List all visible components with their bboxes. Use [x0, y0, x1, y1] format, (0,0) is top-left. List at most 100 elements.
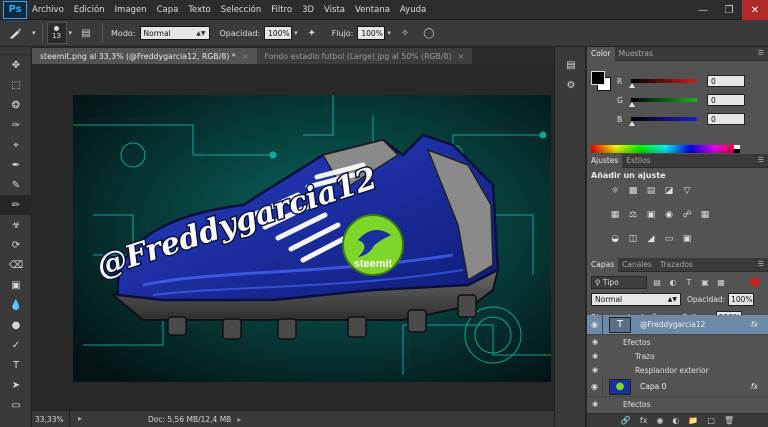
share-icon[interactable]: ▸ [78, 414, 88, 424]
restore-icon[interactable]: ❐ [716, 0, 742, 20]
brush-tool-icon[interactable]: ✏ [0, 195, 32, 215]
blend-mode-select[interactable]: Normal ▲▼ [591, 292, 681, 306]
minimize-icon[interactable]: — [690, 0, 716, 20]
black-white-icon[interactable]: ▣ [645, 209, 657, 221]
eraser-tool-icon[interactable]: ⌫ [0, 255, 32, 275]
mode-select[interactable]: Normal ▲▼ [139, 26, 210, 40]
new-group-icon[interactable]: 📁 [688, 416, 698, 425]
panel-menu-icon[interactable]: ☰ [758, 49, 764, 57]
hue-saturation-icon[interactable]: ▦ [609, 209, 621, 221]
brush-panel-icon[interactable]: ▤ [78, 25, 94, 41]
fx-icon[interactable]: fx [751, 382, 758, 391]
color-balance-icon[interactable]: ⚖ [627, 209, 639, 221]
blur-tool-icon[interactable]: 💧 [0, 295, 32, 315]
color-spectrum[interactable] [591, 145, 740, 153]
new-adjustment-icon[interactable]: ◐ [672, 416, 679, 425]
channel-mixer-icon[interactable]: ☍ [681, 209, 693, 221]
history-brush-tool-icon[interactable]: ⟳ [0, 235, 32, 255]
slider-thumb-icon[interactable] [629, 121, 635, 126]
invert-icon[interactable]: ◒ [609, 233, 621, 245]
slider-thumb-icon[interactable] [629, 102, 635, 107]
channel-r-slider[interactable] [629, 79, 697, 88]
filter-type-icon[interactable]: T [683, 276, 695, 288]
clone-stamp-tool-icon[interactable]: ☣ [0, 215, 32, 235]
zoom-level[interactable]: 33,33% [32, 410, 70, 427]
pressure-opacity-icon[interactable]: ✦ [304, 25, 320, 41]
flow-input[interactable]: 100% [357, 26, 386, 40]
menu-imagen[interactable]: Imagen [110, 5, 152, 15]
vibrance-icon[interactable]: ▽ [681, 185, 693, 197]
add-mask-icon[interactable]: ◉ [656, 416, 663, 425]
tab-steemit[interactable]: steemit.png al 33,3% (@Freddygarcia12, R… [32, 48, 257, 64]
exposure-icon[interactable]: ◪ [663, 185, 675, 197]
menu-3d[interactable]: 3D [297, 5, 319, 15]
channel-g-slider[interactable] [629, 98, 697, 107]
quick-select-tool-icon[interactable]: ✑ [0, 115, 32, 135]
document-canvas[interactable]: steemit @Freddygarcia12 [73, 95, 551, 382]
tab-muestras[interactable]: Muestras [615, 47, 657, 61]
move-tool-icon[interactable]: ✥ [0, 55, 32, 75]
new-layer-icon[interactable]: □ [707, 416, 715, 425]
tab-capas[interactable]: Capas [587, 257, 619, 272]
menu-texto[interactable]: Texto [183, 5, 215, 15]
close-tab-icon[interactable]: × [458, 52, 465, 61]
pen-tool-icon[interactable]: ✓ [0, 335, 32, 355]
filter-shape-icon[interactable]: ▣ [699, 276, 711, 288]
color-lookup-icon[interactable]: ▦ [699, 209, 711, 221]
filter-toggle-icon[interactable] [750, 277, 760, 287]
black-white-swatch[interactable] [734, 145, 740, 153]
panel-grip[interactable] [555, 47, 585, 55]
link-layers-icon[interactable]: 🔗 [621, 416, 631, 425]
menu-ayuda[interactable]: Ayuda [395, 5, 431, 15]
airbrush-icon[interactable]: ✧ [397, 25, 413, 41]
gradient-tool-icon[interactable]: ▣ [0, 275, 32, 295]
filter-adjustment-icon[interactable]: ◐ [667, 276, 679, 288]
healing-brush-tool-icon[interactable]: ✎ [0, 175, 32, 195]
effect-trazo[interactable]: ◉ Trazo [587, 349, 768, 363]
layer-opacity-input[interactable]: 100% [728, 292, 755, 306]
photo-filter-icon[interactable]: ◉ [663, 209, 675, 221]
channel-b-input[interactable]: 0 [707, 113, 745, 125]
tab-trazados[interactable]: Trazados [656, 258, 697, 272]
eye-icon[interactable]: ◉ [587, 352, 603, 360]
panel-menu-icon[interactable]: ☰ [758, 156, 764, 164]
properties-panel-icon[interactable]: ⚙ [555, 75, 587, 95]
opacity-input[interactable]: 100% [264, 26, 293, 40]
brush-dropdown-icon[interactable]: ▾ [69, 29, 73, 37]
eye-icon[interactable]: ◉ [587, 366, 603, 374]
flow-dropdown-icon[interactable]: ▾ [387, 29, 391, 37]
canvas-area[interactable]: steemit @Freddygarcia12 [32, 64, 554, 410]
gradient-map-icon[interactable]: ▭ [663, 233, 675, 245]
layer-text[interactable]: ◉ T @Freddygarcia12 fx [587, 314, 768, 335]
levels-icon[interactable]: ▩ [627, 185, 639, 197]
brightness-icon[interactable]: ☼ [609, 185, 621, 197]
fx-icon[interactable]: fx [751, 320, 758, 329]
menu-archivo[interactable]: Archivo [27, 5, 69, 15]
brush-size-picker[interactable]: 13 [46, 22, 67, 44]
menu-ventana[interactable]: Ventana [350, 5, 395, 15]
trash-icon[interactable]: 🗑 [724, 416, 734, 425]
tools-grip[interactable] [0, 47, 31, 55]
tab-canales[interactable]: Canales [618, 258, 656, 272]
selective-color-icon[interactable]: ▣ [681, 233, 693, 245]
tab-ajustes[interactable]: Ajustes [587, 153, 623, 168]
channel-b-slider[interactable] [629, 117, 697, 126]
tab-estilos[interactable]: Estilos [622, 154, 654, 168]
effect-resplandor[interactable]: ◉ Resplandor exterior [587, 363, 768, 377]
slider-thumb-icon[interactable] [629, 83, 635, 88]
status-menu-icon[interactable]: ▸ [237, 415, 241, 424]
eye-icon[interactable]: ◉ [587, 338, 603, 346]
posterize-icon[interactable]: ◫ [627, 233, 639, 245]
shape-tool-icon[interactable]: ▭ [0, 395, 32, 415]
dodge-tool-icon[interactable]: ● [0, 315, 32, 335]
menu-seleccion[interactable]: Selección [216, 5, 267, 15]
close-icon[interactable]: ✕ [742, 0, 768, 20]
eye-icon[interactable]: ◉ [587, 400, 603, 408]
type-tool-icon[interactable]: T [0, 355, 32, 375]
layer-filter-select[interactable]: ⚲ Tipo [591, 275, 647, 289]
menu-capa[interactable]: Capa [152, 5, 184, 15]
preset-dropdown-icon[interactable]: ▾ [32, 29, 36, 37]
fx-menu-icon[interactable]: fx [640, 416, 648, 425]
opacity-dropdown-icon[interactable]: ▾ [294, 29, 298, 37]
eye-icon[interactable]: ◉ [587, 376, 603, 397]
